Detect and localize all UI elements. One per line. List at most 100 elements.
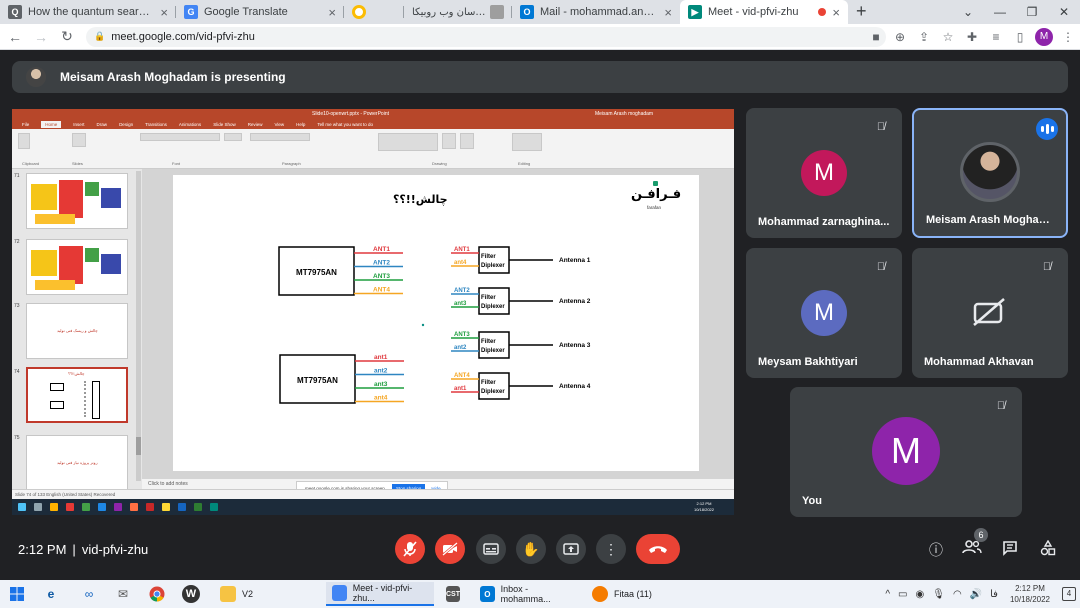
browser-toolbar: ← → ↻ 🔒 meet.google.com/vid-pfvi-zhu ■ ⊕… bbox=[0, 24, 1080, 50]
captions-button[interactable] bbox=[476, 534, 506, 564]
ribbon-tab[interactable]: Slide Show bbox=[213, 122, 236, 127]
participant-tile-speaking[interactable]: Meisam Arash Moghada... bbox=[912, 108, 1068, 238]
notification-count[interactable]: 4 bbox=[1062, 587, 1076, 601]
browser-tab[interactable] bbox=[344, 0, 404, 24]
taskbar-item[interactable]: Fitaa (11) bbox=[586, 582, 686, 606]
chip-label: MT7975AN bbox=[296, 268, 337, 277]
side-panel-icon[interactable]: ▯ bbox=[1008, 30, 1032, 44]
slide-thumbnail[interactable] bbox=[26, 239, 128, 295]
slide-thumbnail[interactable] bbox=[26, 173, 128, 229]
lock-icon[interactable]: 🔒 bbox=[94, 31, 105, 42]
profile-avatar[interactable]: M bbox=[1035, 28, 1053, 46]
new-tab-button[interactable]: + bbox=[856, 0, 867, 24]
taskbar-item[interactable]: O Inbox - mohamma... bbox=[474, 582, 580, 606]
mail-icon[interactable]: ✉ bbox=[114, 585, 132, 603]
ribbon-tab[interactable]: File bbox=[22, 122, 29, 127]
participant-tile[interactable]: 🎙̸ M Meysam Bakhtiyari bbox=[746, 248, 902, 378]
wordpress-icon[interactable]: W bbox=[182, 585, 200, 603]
filter-box bbox=[478, 287, 510, 315]
tab-title: Mail - mohammad.ansari@mci.ir bbox=[540, 6, 659, 18]
port-label: ANT2 bbox=[373, 260, 390, 267]
ribbon-tab[interactable]: View bbox=[274, 122, 284, 127]
show-hidden-icons[interactable]: ^ bbox=[885, 589, 890, 600]
meeting-details-icon[interactable]: ⓘ bbox=[924, 540, 948, 560]
port-label: ant4 bbox=[374, 395, 388, 402]
wifi-icon[interactable]: ◠ bbox=[953, 589, 962, 600]
arduino-icon[interactable]: ∞ bbox=[80, 585, 98, 603]
participant-avatar: M bbox=[872, 417, 940, 485]
browser-tab[interactable]: G Google Translate × bbox=[176, 0, 344, 24]
tab-title: Meet - vid-pfvi-zhu bbox=[708, 6, 799, 18]
ribbon-tab[interactable]: Design bbox=[119, 122, 133, 127]
leave-call-button[interactable] bbox=[636, 534, 680, 564]
camera-icon[interactable]: ■ bbox=[864, 30, 888, 44]
browser-tab-active[interactable]: ▶ Meet - vid-pfvi-zhu × bbox=[680, 0, 848, 24]
shared-screen[interactable]: Slide10-openwrt.pptx - PowerPoint Meisam… bbox=[12, 109, 734, 515]
zoom-icon[interactable]: ⊕ bbox=[888, 30, 912, 44]
ribbon-tab[interactable]: Home bbox=[41, 120, 62, 128]
close-icon[interactable]: × bbox=[160, 5, 168, 20]
address-bar[interactable]: 🔒 meet.google.com/vid-pfvi-zhu bbox=[86, 26, 886, 47]
language-indicator[interactable]: فا bbox=[990, 589, 998, 600]
taskbar-item[interactable]: CST bbox=[440, 582, 470, 606]
ribbon-tab[interactable]: Help bbox=[296, 122, 305, 127]
present-button[interactable] bbox=[556, 534, 586, 564]
port-label: ant3 bbox=[374, 381, 388, 388]
ribbon-tab[interactable]: Tell me what you want to do bbox=[317, 122, 373, 127]
windows-start-icon[interactable] bbox=[8, 585, 26, 603]
back-icon[interactable]: ← bbox=[4, 29, 26, 45]
ribbon-tab[interactable]: Insert bbox=[73, 122, 84, 127]
share-icon[interactable]: ⇪ bbox=[912, 30, 936, 44]
app-icon bbox=[130, 503, 138, 511]
thumbnail-scrollbar[interactable] bbox=[136, 171, 141, 481]
bookmark-star-icon[interactable]: ☆ bbox=[936, 30, 960, 44]
close-icon[interactable]: × bbox=[328, 5, 336, 20]
reading-list-icon[interactable]: ≡ bbox=[984, 30, 1008, 44]
thumb-number: 71 bbox=[14, 173, 20, 179]
tab-search-icon[interactable]: ⌄ bbox=[952, 0, 984, 24]
edge-icon[interactable]: e bbox=[42, 585, 60, 603]
activities-icon[interactable] bbox=[1036, 539, 1060, 560]
close-icon[interactable]: × bbox=[664, 5, 672, 20]
browser-tab[interactable]: پیام رسان وب روبیکا bbox=[404, 0, 512, 24]
slide-thumbnail-selected[interactable]: چالش!!؟؟ bbox=[26, 367, 128, 423]
ribbon-tab[interactable]: Animations bbox=[179, 122, 201, 127]
camera-toggle-button[interactable] bbox=[435, 534, 465, 564]
ribbon-tab[interactable]: Draw bbox=[97, 122, 108, 127]
taskbar-clock[interactable]: 2:12 PM 10/18/2022 bbox=[1010, 583, 1050, 605]
quick-styles-icon bbox=[460, 133, 474, 149]
people-icon[interactable] bbox=[960, 540, 984, 560]
filter-input-label: ANT1 bbox=[454, 247, 470, 253]
browser-tab[interactable]: Q How the quantum search algorit × bbox=[0, 0, 176, 24]
extensions-icon[interactable]: ✚ bbox=[960, 30, 984, 44]
forward-icon[interactable]: → bbox=[30, 29, 52, 45]
chat-icon[interactable] bbox=[998, 540, 1022, 560]
raise-hand-button[interactable]: ✋ bbox=[516, 534, 546, 564]
port-label: ANT3 bbox=[373, 273, 390, 280]
volume-icon[interactable]: 🔊 bbox=[970, 589, 982, 600]
taskbar-item[interactable]: V2 bbox=[214, 582, 314, 606]
outlook-icon: O bbox=[520, 5, 534, 19]
participant-tile-self[interactable]: 🎙̸ M You bbox=[790, 387, 1022, 517]
participant-tile[interactable]: 🎙̸ M Mohammad zarnaghina... bbox=[746, 108, 902, 238]
participant-tile[interactable]: 🎙̸ Mohammad Akhavan bbox=[912, 248, 1068, 378]
restore-button[interactable]: ❐ bbox=[1016, 0, 1048, 24]
slide-thumbnail[interactable]: روتر پروژه نیاز فنی تولید bbox=[26, 435, 128, 491]
browser-tab[interactable]: O Mail - mohammad.ansari@mci.ir × bbox=[512, 0, 680, 24]
more-options-button[interactable]: ⋮ bbox=[596, 534, 626, 564]
taskbar-item-active[interactable]: Meet - vid-pfvi-zhu... bbox=[326, 582, 434, 606]
more-menu-icon[interactable]: ⋮ bbox=[1056, 30, 1080, 44]
slide-thumbnail[interactable]: چالش و ریسک فنی تولید bbox=[26, 303, 128, 359]
hang-up-icon bbox=[649, 546, 667, 553]
reload-icon[interactable]: ↻ bbox=[56, 28, 78, 45]
ribbon-tab[interactable]: Review bbox=[248, 122, 263, 127]
network-icon[interactable]: ◉ bbox=[916, 589, 925, 600]
close-window-button[interactable]: ✕ bbox=[1048, 0, 1080, 24]
microphone-icon[interactable]: 🎙 bbox=[932, 589, 945, 600]
ribbon-tab[interactable]: Transitions bbox=[145, 122, 167, 127]
battery-icon[interactable]: ▭ bbox=[898, 589, 907, 600]
close-icon[interactable]: × bbox=[832, 5, 840, 20]
chrome-icon[interactable] bbox=[148, 585, 166, 603]
minimize-button[interactable]: — bbox=[984, 0, 1016, 24]
mic-toggle-button[interactable] bbox=[395, 534, 425, 564]
